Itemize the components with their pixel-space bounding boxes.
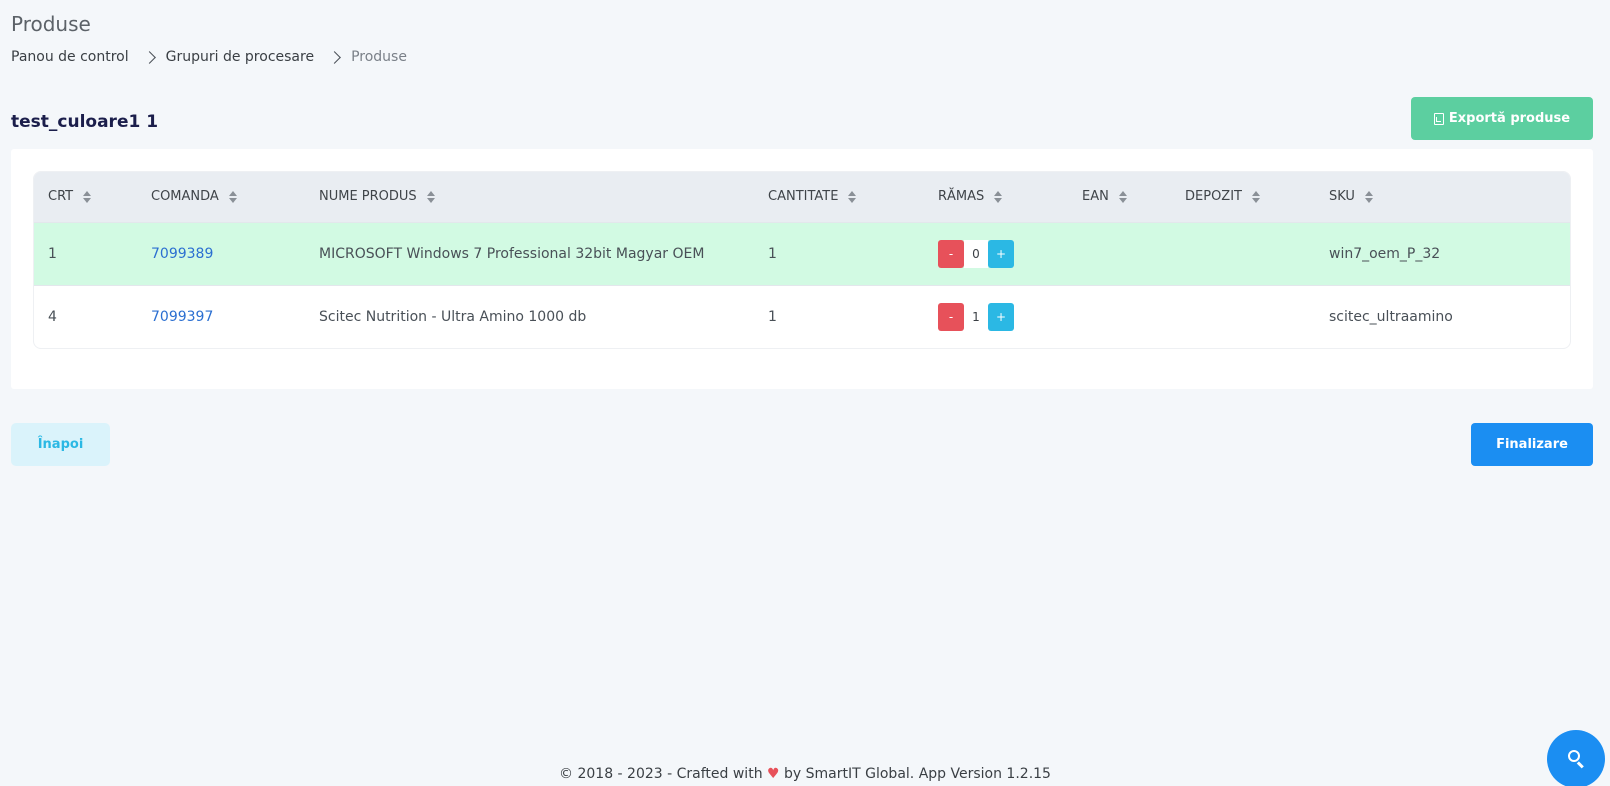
sort-icon [228,190,237,203]
cell-ramas: - 0 + [924,222,1068,285]
increment-button[interactable]: + [988,302,1014,331]
col-ramas[interactable]: RĂMAS [924,172,1068,222]
cell-comanda: 7099389 [137,222,305,285]
decrement-button[interactable]: - [938,239,964,268]
sort-icon [1118,190,1127,203]
export-products-label: Exportă produse [1448,111,1571,126]
order-link[interactable]: 7099397 [151,309,213,325]
cell-sku: scitec_ultraamino [1329,308,1453,325]
chevron-right-icon [142,50,156,64]
search-fab-button[interactable] [1547,730,1605,786]
cell-nume-produs: MICROSOFT Windows 7 Professional 32bit M… [319,245,705,262]
file-excel-icon [1433,112,1444,125]
sort-icon [848,190,857,203]
cell-crt: 1 [48,245,57,262]
back-button[interactable]: Înapoi [11,423,110,466]
order-link[interactable]: 7099389 [151,246,213,262]
products-table: CRT COMANDA NUME PRODUS CANTITATE RĂMAS … [34,172,1570,348]
col-ean[interactable]: EAN [1068,172,1171,222]
cell-ean [1068,285,1171,348]
sort-icon [83,190,92,203]
chevron-right-icon [328,50,341,64]
breadcrumb-current: Produse [351,49,407,65]
increment-button[interactable]: + [988,239,1014,268]
heart-icon: ♥ [767,766,780,782]
breadcrumb-processing-groups[interactable]: Grupuri de procesare [166,49,314,65]
cell-nume-produs: Scitec Nutrition - Ultra Amino 1000 db [319,308,587,325]
col-depozit[interactable]: DEPOZIT [1171,172,1315,222]
footer: © 2018 - 2023 - Crafted with ♥ by SmartI… [0,766,1610,782]
sort-icon [426,190,435,203]
breadcrumb-dashboard[interactable]: Panou de control [11,49,129,65]
cell-depozit [1171,222,1315,285]
sort-icon [1364,190,1373,203]
sort-icon [1251,190,1260,203]
remaining-value: 1 [964,302,988,331]
remaining-stepper: - 0 + [938,239,1068,268]
cell-ramas: - 1 + [924,285,1068,348]
remaining-stepper: - 1 + [938,302,1068,331]
footer-copyright: © 2018 - 2023 - Crafted with [559,766,763,782]
decrement-button[interactable]: - [938,302,964,331]
table-header-row: CRT COMANDA NUME PRODUS CANTITATE RĂMAS … [34,172,1570,222]
table-row: 1 7099389 MICROSOFT Windows 7 Profession… [34,222,1570,285]
col-comanda[interactable]: COMANDA [137,172,305,222]
cell-crt: 4 [48,308,57,325]
cell-ean [1068,222,1171,285]
cell-depozit [1171,285,1315,348]
cell-cantitate: 1 [768,308,777,325]
breadcrumb: Panou de control Grupuri de procesare Pr… [11,49,407,65]
finish-button[interactable]: Finalizare [1471,423,1593,466]
col-nume-produs[interactable]: NUME PRODUS [305,172,754,222]
products-table-wrapper: CRT COMANDA NUME PRODUS CANTITATE RĂMAS … [33,171,1571,349]
cell-sku: win7_oem_P_32 [1329,245,1441,262]
remaining-value: 0 [964,239,988,268]
cell-comanda: 7099397 [137,285,305,348]
group-title: test_culoare1 1 [11,112,159,132]
col-crt[interactable]: CRT [34,172,137,222]
table-row: 4 7099397 Scitec Nutrition - Ultra Amino… [34,285,1570,348]
page-title: Produse [11,12,91,36]
sort-icon [994,190,1003,203]
products-card: CRT COMANDA NUME PRODUS CANTITATE RĂMAS … [11,149,1593,389]
col-cantitate[interactable]: CANTITATE [754,172,924,222]
cell-cantitate: 1 [768,245,777,262]
footer-credits: by SmartIT Global. App Version 1.2.15 [784,766,1051,782]
export-products-button[interactable]: Exportă produse [1411,97,1593,140]
col-sku[interactable]: SKU [1315,172,1570,222]
